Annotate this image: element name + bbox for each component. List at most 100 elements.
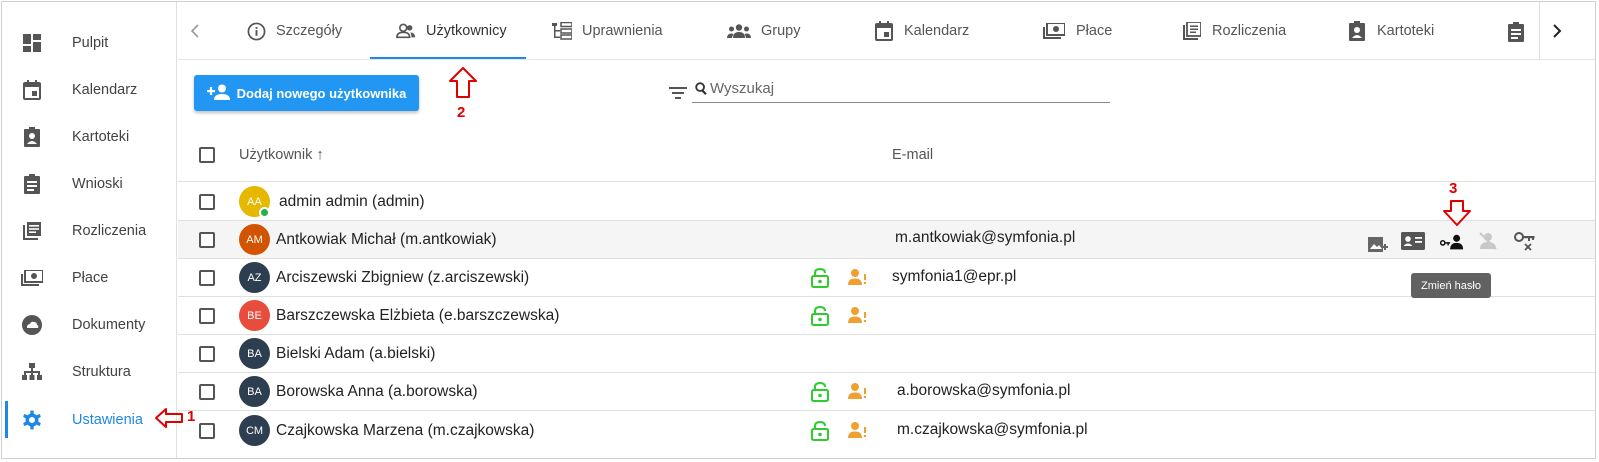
sidebar-item-label: Struktura — [72, 363, 131, 380]
user-email: a.borowska@symfonia.pl — [897, 382, 1071, 399]
add-user-button[interactable]: Dodaj nowego użytkownika — [194, 75, 419, 111]
tab-uprawnienia[interactable]: Uprawnienia — [552, 2, 663, 60]
person-alert-icon — [848, 306, 868, 326]
online-status-dot — [259, 207, 270, 218]
person-alert-icon — [848, 382, 868, 402]
filter-icon[interactable] — [668, 82, 688, 102]
sidebar-item-label: Kalendarz — [72, 81, 138, 98]
person-alert-icon — [848, 268, 868, 288]
key-off-icon[interactable] — [1513, 229, 1537, 253]
clipboard-icon — [21, 173, 43, 195]
sidebar-item-ustawienia[interactable]: Ustawienia — [2, 396, 177, 443]
row-checkbox[interactable] — [199, 384, 215, 400]
tab-uzytkownicy[interactable]: Użytkownicy — [396, 2, 507, 60]
annotation-label-3: 3 — [1449, 180, 1458, 197]
tab-scroll-left-button[interactable] — [184, 20, 206, 42]
sidebar-item-pulpit[interactable]: Pulpit — [2, 19, 177, 66]
user-email: m.czajkowska@symfonia.pl — [897, 421, 1088, 438]
chevron-right-icon — [1552, 23, 1561, 38]
tab-szczegoly[interactable]: Szczegóły — [246, 2, 342, 60]
hierarchy-icon — [21, 361, 43, 383]
row-checkbox[interactable] — [199, 232, 215, 248]
sidebar-item-rozliczenia[interactable]: Rozliczenia — [2, 207, 177, 254]
tab-label: Uprawnienia — [582, 23, 663, 39]
contact-card-icon[interactable] — [1401, 229, 1425, 253]
table-row[interactable]: CM Czajkowska Marzena (m.czajkowska) m.c… — [178, 412, 1595, 450]
sidebar-item-place[interactable]: Płace — [2, 254, 177, 301]
avatar: CM — [239, 415, 270, 446]
badge-icon — [1347, 21, 1367, 41]
user-email: symfonia1@epr.pl — [892, 268, 1017, 285]
add-photo-icon[interactable] — [1366, 232, 1390, 256]
table-row[interactable]: AM Antkowiak Michał (m.antkowiak) m.antk… — [178, 221, 1595, 259]
sidebar-item-kalendarz[interactable]: Kalendarz — [2, 66, 177, 113]
table-row[interactable]: BA Borowska Anna (a.borowska) a.borowska… — [178, 373, 1595, 411]
groups-icon — [727, 21, 751, 41]
change-password-icon[interactable] — [1440, 230, 1464, 254]
clipboard-icon[interactable] — [1508, 22, 1524, 47]
sort-arrow-icon: ↑ — [316, 147, 324, 163]
column-header-email[interactable]: E-mail — [892, 147, 933, 163]
tab-grupy[interactable]: Grupy — [727, 2, 801, 60]
lock-open-icon — [811, 267, 829, 288]
tab-label: Rozliczenia — [1212, 23, 1287, 39]
sidebar-item-kartoteki[interactable]: Kartoteki — [2, 113, 177, 160]
table-row[interactable]: BA Bielski Adam (a.bielski) — [178, 335, 1595, 373]
tab-kalendarz[interactable]: Kalendarz — [874, 2, 969, 60]
active-tab-indicator — [370, 57, 526, 59]
table-row[interactable]: AA admin admin (admin) — [178, 183, 1595, 221]
money-icon — [1042, 21, 1066, 41]
tab-label: Szczegóły — [276, 23, 343, 39]
search-field — [692, 75, 1110, 103]
tab-place[interactable]: Płace — [1042, 2, 1112, 60]
sidebar-item-dokumenty[interactable]: Dokumenty — [2, 301, 177, 348]
annotation-arrow-up-icon — [449, 67, 477, 98]
row-checkbox[interactable] — [199, 346, 215, 362]
column-header-user[interactable]: Użytkownik ↑ — [239, 147, 324, 163]
user-name: Bielski Adam (a.bielski) — [276, 345, 436, 362]
list-icon — [1182, 21, 1202, 41]
row-checkbox[interactable] — [199, 423, 215, 439]
sidebar-item-label: Płace — [72, 269, 109, 286]
avatar: AM — [239, 224, 270, 255]
user-name: Czajkowska Marzena (m.czajkowska) — [276, 422, 535, 439]
tab-label: Kalendarz — [904, 23, 970, 39]
gear-icon — [21, 409, 43, 431]
cloud-icon — [21, 314, 43, 336]
select-all-checkbox[interactable] — [199, 147, 215, 163]
lock-open-icon — [811, 305, 829, 326]
sidebar-item-struktura[interactable]: Struktura — [2, 348, 177, 395]
avatar: BE — [239, 300, 270, 331]
money-icon — [21, 267, 43, 289]
tab-label: Kartoteki — [1377, 23, 1435, 39]
tooltip: Zmień hasło — [1411, 273, 1491, 298]
sidebar-item-wnioski[interactable]: Wnioski — [2, 160, 177, 207]
table-row[interactable]: BE Barszczewska Elżbieta (e.barszczewska… — [178, 297, 1595, 335]
person-off-icon[interactable] — [1476, 229, 1500, 253]
sidebar-item-label: Pulpit — [72, 34, 109, 51]
avatar: BA — [239, 376, 270, 407]
user-email: m.antkowiak@symfonia.pl — [895, 229, 1076, 246]
tab-rozliczenia[interactable]: Rozliczenia — [1182, 2, 1286, 60]
lock-open-icon — [811, 420, 829, 441]
row-checkbox[interactable] — [199, 308, 215, 324]
info-icon — [246, 21, 266, 41]
row-checkbox[interactable] — [199, 194, 215, 210]
user-name: Antkowiak Michał (m.antkowiak) — [276, 231, 497, 248]
sidebar: Pulpit Kalendarz Kartoteki Wnioski Rozli… — [2, 2, 177, 458]
sidebar-item-label: Rozliczenia — [72, 222, 147, 239]
user-name: admin admin (admin) — [279, 193, 425, 210]
tab-scroll-right-button[interactable] — [1539, 2, 1573, 59]
calendar-icon — [874, 21, 894, 41]
tab-label: Grupy — [761, 23, 801, 39]
row-checkbox[interactable] — [199, 270, 215, 286]
table-row[interactable]: AZ Arciszewski Zbigniew (z.arciszewski) … — [178, 259, 1595, 297]
add-user-label: Dodaj nowego użytkownika — [236, 85, 407, 101]
sidebar-item-label: Kartoteki — [72, 128, 130, 145]
sidebar-item-label: Ustawienia — [72, 411, 143, 428]
person-alert-icon — [848, 421, 868, 441]
sidebar-item-label: Dokumenty — [72, 316, 146, 333]
tab-kartoteki[interactable]: Kartoteki — [1347, 2, 1434, 60]
person-add-icon — [206, 84, 231, 103]
search-input[interactable] — [710, 80, 1090, 97]
